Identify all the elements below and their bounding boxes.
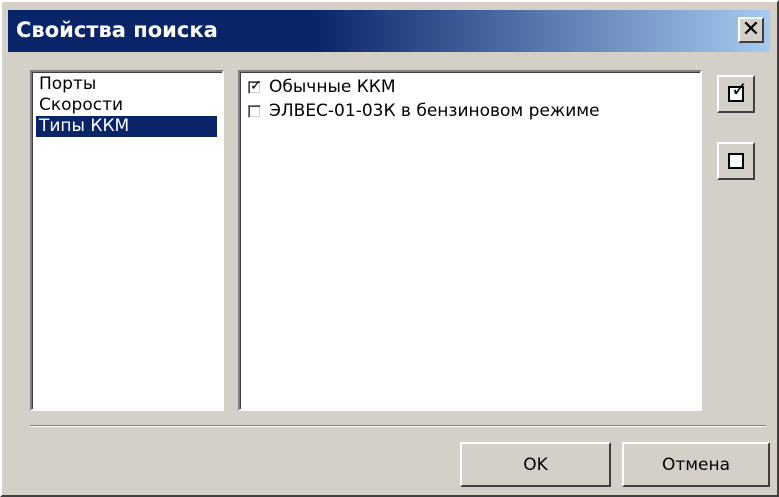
checkbox-checked[interactable]: ✓	[248, 77, 262, 94]
list-item-label: ЭЛВЕС-01-03К в бензиновом режиме	[269, 101, 600, 121]
category-item-speeds[interactable]: Скорости	[36, 95, 126, 116]
category-item-ports[interactable]: Порты	[36, 74, 99, 95]
category-list[interactable]: Порты Скорости Типы ККМ	[30, 70, 224, 411]
check-mark-icon: ✓	[250, 77, 262, 94]
cancel-button[interactable]: Отмена	[622, 442, 770, 487]
separator	[30, 425, 766, 427]
search-properties-dialog: Свойства поиска ✕ Порты Скорости Типы КК…	[0, 0, 779, 497]
kkm-types-list[interactable]: ✓ Обычные ККМ ЭЛВЕС-01-03К в бензиновом …	[238, 70, 702, 411]
empty-box-icon	[728, 153, 744, 169]
close-icon: ✕	[741, 17, 761, 42]
uncheck-all-button[interactable]	[717, 142, 755, 180]
check-all-button[interactable]: ✓	[717, 75, 755, 113]
close-button[interactable]: ✕	[738, 17, 764, 43]
list-item[interactable]: ✓ Обычные ККМ	[248, 76, 396, 98]
dialog-title: Свойства поиска	[16, 18, 218, 42]
title-bar[interactable]: Свойства поиска ✕	[8, 10, 770, 52]
list-item-label: Обычные ККМ	[269, 77, 396, 97]
ok-button[interactable]: OK	[460, 442, 611, 487]
category-item-kkm-types[interactable]: Типы ККМ	[36, 116, 217, 137]
list-item[interactable]: ЭЛВЕС-01-03К в бензиновом режиме	[248, 100, 600, 122]
checkbox-unchecked[interactable]	[248, 104, 261, 118]
checked-box-icon: ✓	[728, 79, 748, 102]
